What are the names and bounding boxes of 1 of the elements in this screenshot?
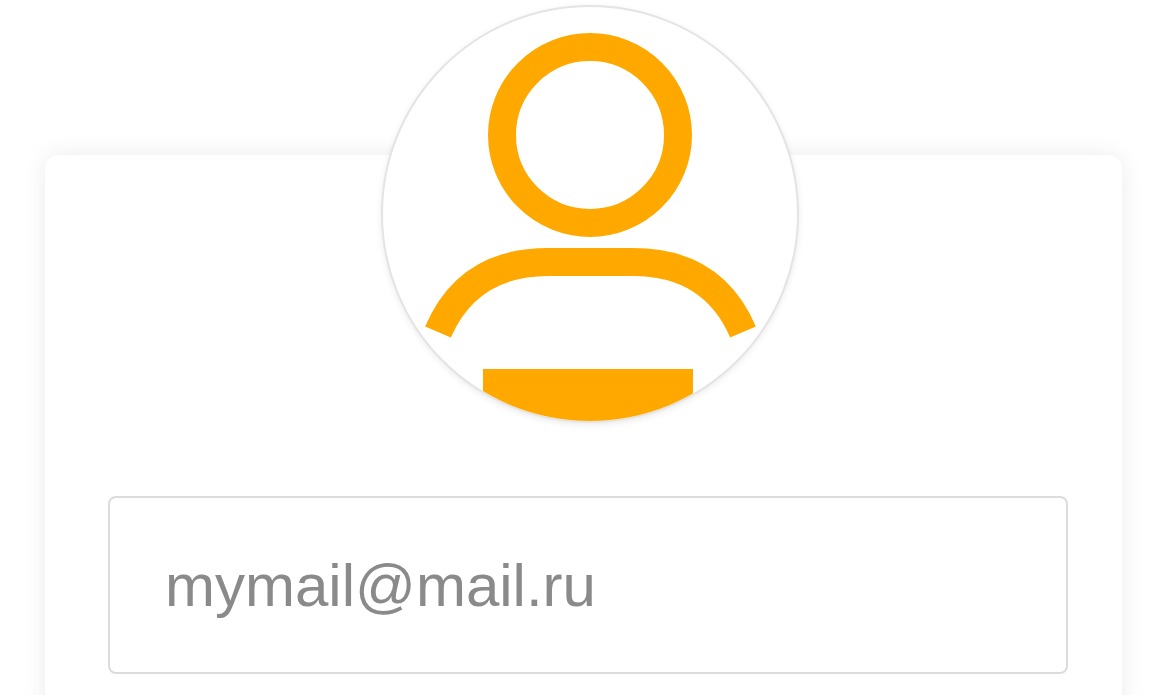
email-field[interactable]: mymail@mail.ru bbox=[108, 496, 1068, 674]
